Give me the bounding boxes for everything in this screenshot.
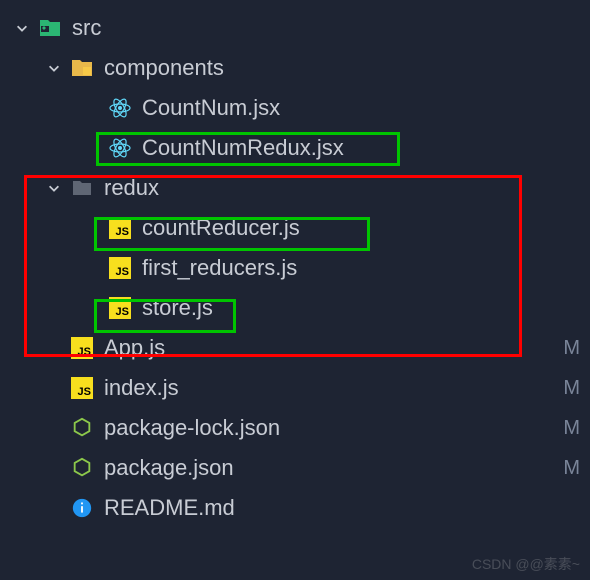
spacer <box>46 500 62 516</box>
file-label: CountNum.jsx <box>142 95 280 121</box>
react-icon <box>108 96 132 120</box>
file-firstreducers[interactable]: JS first_reducers.js <box>0 248 590 288</box>
js-icon: JS <box>70 336 94 360</box>
folder-label: components <box>104 55 224 81</box>
file-store[interactable]: JS store.js <box>0 288 590 328</box>
file-label: package.json <box>104 455 234 481</box>
file-countnum[interactable]: CountNum.jsx <box>0 88 590 128</box>
info-icon <box>70 496 94 520</box>
js-icon: JS <box>108 296 132 320</box>
file-countreducer[interactable]: JS countReducer.js <box>0 208 590 248</box>
spacer <box>84 100 100 116</box>
folder-redux[interactable]: redux <box>0 168 590 208</box>
spacer <box>84 260 100 276</box>
vcs-status: M <box>553 457 580 480</box>
spacer <box>84 220 100 236</box>
folder-label: src <box>72 15 101 41</box>
file-countnumredux[interactable]: CountNumRedux.jsx <box>0 128 590 168</box>
spacer <box>46 380 62 396</box>
js-icon: JS <box>108 256 132 280</box>
spacer <box>46 420 62 436</box>
file-readme[interactable]: README.md <box>0 488 590 528</box>
nodejs-icon <box>70 456 94 480</box>
folder-src[interactable]: src <box>0 8 590 48</box>
file-label: CountNumRedux.jsx <box>142 135 344 161</box>
js-icon: JS <box>70 376 94 400</box>
file-label: countReducer.js <box>142 215 300 241</box>
spacer <box>84 300 100 316</box>
folder-icon <box>70 176 94 200</box>
vcs-status: M <box>553 337 580 360</box>
file-index[interactable]: JS index.js M <box>0 368 590 408</box>
file-label: README.md <box>104 495 235 521</box>
spacer <box>46 340 62 356</box>
js-icon: JS <box>108 216 132 240</box>
file-label: first_reducers.js <box>142 255 297 281</box>
file-label: package-lock.json <box>104 415 280 441</box>
file-label: App.js <box>104 335 165 361</box>
watermark: CSDN @@素素~ <box>472 554 580 574</box>
folder-icon <box>38 16 62 40</box>
spacer <box>46 460 62 476</box>
file-label: store.js <box>142 295 213 321</box>
folder-label: redux <box>104 175 159 201</box>
file-tree[interactable]: src components CountNum.jsx CountNumRedu… <box>0 0 590 528</box>
chevron-down-icon[interactable] <box>46 180 62 196</box>
spacer <box>84 140 100 156</box>
chevron-down-icon[interactable] <box>46 60 62 76</box>
file-package-lock[interactable]: package-lock.json M <box>0 408 590 448</box>
folder-components-icon <box>70 56 94 80</box>
folder-components[interactable]: components <box>0 48 590 88</box>
react-icon <box>108 136 132 160</box>
chevron-down-icon[interactable] <box>14 20 30 36</box>
file-label: index.js <box>104 375 179 401</box>
file-app[interactable]: JS App.js M <box>0 328 590 368</box>
vcs-status: M <box>553 417 580 440</box>
nodejs-icon <box>70 416 94 440</box>
vcs-status: M <box>553 377 580 400</box>
file-package[interactable]: package.json M <box>0 448 590 488</box>
